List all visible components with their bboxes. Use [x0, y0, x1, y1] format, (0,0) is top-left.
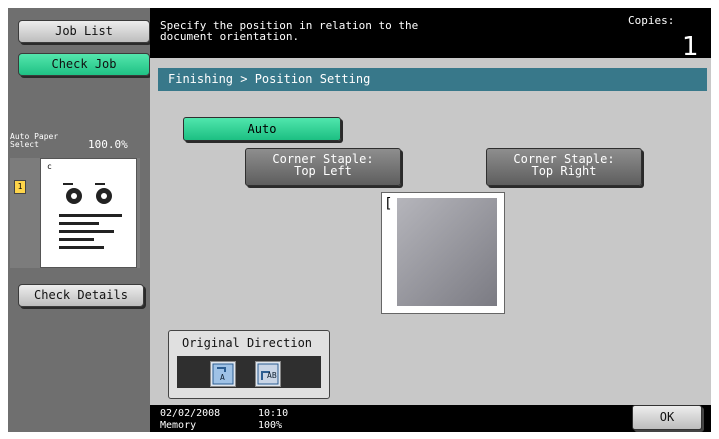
- original-direction-icons-bar: [177, 356, 321, 388]
- staple-position-mark: [: [384, 196, 393, 212]
- check-details-button[interactable]: Check Details: [18, 284, 144, 307]
- zoom-readout: 100.0%: [88, 138, 128, 151]
- svg-text:AB: AB: [267, 371, 277, 380]
- job-list-button[interactable]: Job List: [18, 20, 150, 43]
- document-preview-icon: c: [47, 162, 122, 249]
- svg-text:c: c: [47, 162, 52, 171]
- status-date: 02/02/2008: [160, 408, 221, 419]
- status-time: 10:10: [258, 408, 289, 419]
- auto-button[interactable]: Auto: [183, 117, 341, 141]
- status-memory-value: 100%: [258, 420, 283, 431]
- orientation-right-icon: AB: [257, 363, 279, 385]
- status-bar: 02/02/2008 10:10 Memory 100%: [150, 405, 711, 432]
- orientation-icon-left[interactable]: A: [210, 361, 236, 387]
- check-job-button[interactable]: Check Job: [18, 53, 150, 76]
- svg-text:A: A: [220, 373, 225, 382]
- paper-image: [397, 198, 497, 306]
- instruction-text: Specify the position in relation to the …: [160, 19, 419, 43]
- corner-staple-top-left-button[interactable]: Corner Staple: Top Left: [245, 148, 401, 186]
- orientation-icon-right[interactable]: AB: [255, 361, 281, 387]
- ok-button[interactable]: OK: [632, 405, 702, 430]
- orientation-left-icon: A: [212, 363, 234, 385]
- document-icon: 1: [14, 180, 26, 194]
- original-direction-label: Original Direction: [181, 336, 313, 350]
- copies-label: Copies:: [628, 14, 675, 27]
- corner-staple-top-right-button[interactable]: Corner Staple: Top Right: [486, 148, 642, 186]
- breadcrumb: Finishing > Position Setting: [158, 68, 707, 91]
- document-preview: c: [40, 158, 137, 268]
- status-memory-label: Memory: [160, 420, 197, 431]
- copier-screen: Job List Check Job Auto Paper Select 100…: [0, 0, 719, 439]
